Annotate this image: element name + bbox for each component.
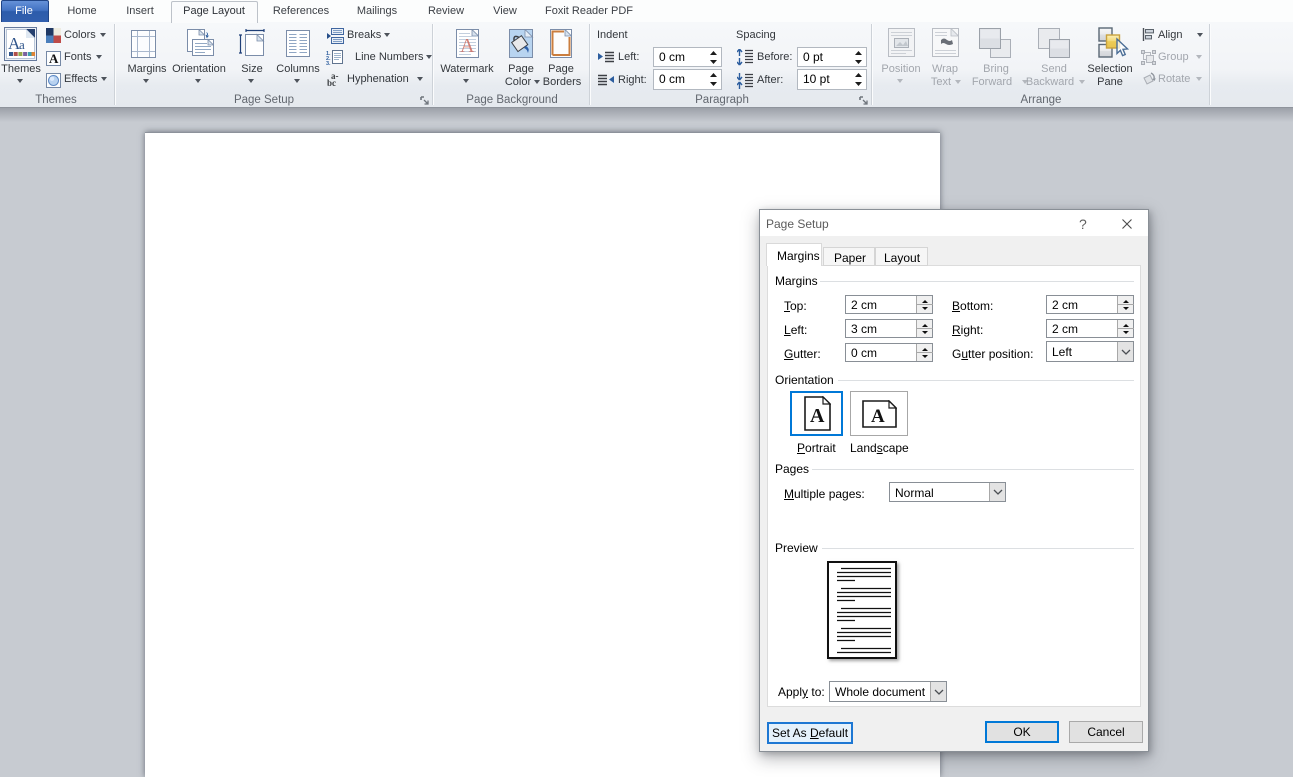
svg-text:A: A [460,35,475,57]
svg-text:a: a [19,37,25,52]
svg-text:bc: bc [327,78,336,87]
svg-text:A: A [871,406,885,427]
svg-text:A: A [49,51,59,66]
svg-text:A: A [810,405,825,427]
svg-text:3.: 3. [326,61,331,65]
